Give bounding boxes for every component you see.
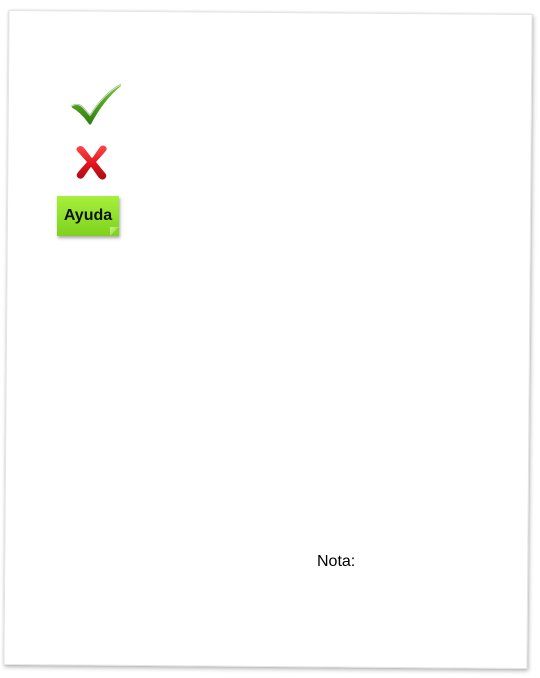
help-button-label: Ayuda [63,207,113,224]
check-icon[interactable] [68,82,124,128]
help-button[interactable]: Ayuda [57,196,119,236]
cross-icon[interactable] [72,142,112,182]
page-curl-icon [110,227,119,236]
screen: Ayuda Nota: [0,0,540,678]
note-label: Nota: [317,553,356,570]
